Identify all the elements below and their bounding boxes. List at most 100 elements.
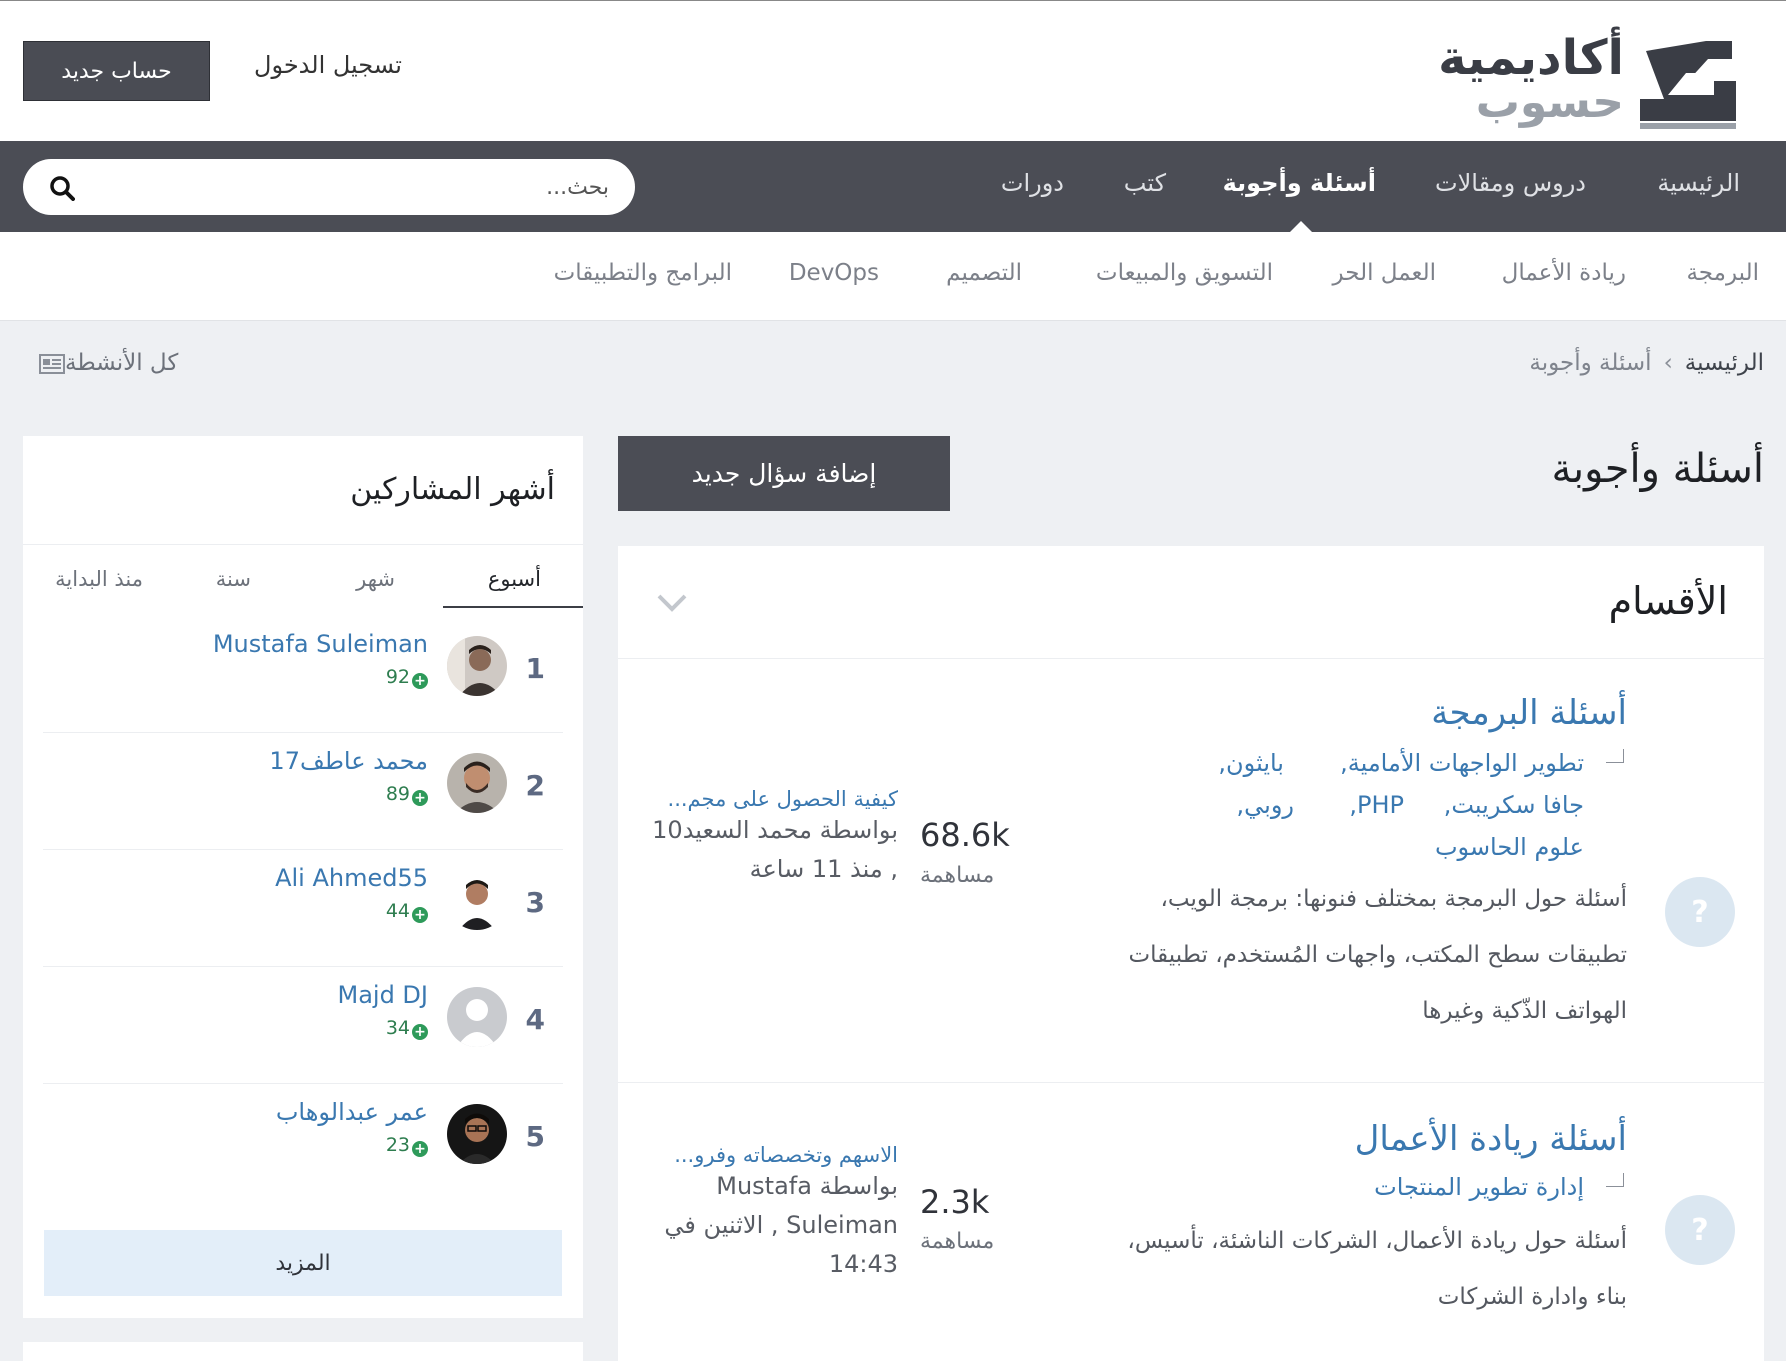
points-value: 44 xyxy=(385,900,410,922)
plus-icon: + xyxy=(412,907,428,923)
more-button[interactable]: المزيد xyxy=(44,1230,562,1296)
last-post-meta: بواسطة Mustafa Suleiman , الاثنين في 14:… xyxy=(664,1172,898,1278)
question-icon: ? xyxy=(1665,877,1735,947)
contribution-label: مساهمة xyxy=(920,1229,995,1254)
tab-month[interactable]: شهر xyxy=(356,567,395,591)
tab-all-time[interactable]: منذ البداية xyxy=(55,567,143,591)
site-logo[interactable]: أكاديمية حسوب xyxy=(1438,15,1764,129)
subnav-item-apps[interactable]: البرامج والتطبيقات xyxy=(554,260,732,286)
avatar[interactable] xyxy=(447,636,507,696)
leader-name[interactable]: Majd DJ xyxy=(337,981,428,1009)
plus-icon: + xyxy=(412,1141,428,1157)
leader-rank: 4 xyxy=(525,1003,545,1036)
tag-link[interactable]: PHP, xyxy=(1349,791,1404,819)
subnav-item-freelance[interactable]: العمل الحر xyxy=(1333,260,1436,286)
subnav-item-programming[interactable]: البرمجة xyxy=(1686,260,1759,286)
leader-points: 44 + xyxy=(386,900,428,923)
breadcrumb: الرئيسية › أسئلة وأجوبة xyxy=(1529,350,1764,376)
leader-name[interactable]: Ali Ahmed55 xyxy=(275,864,428,892)
leader-rank: 5 xyxy=(525,1120,545,1153)
activity-feed-icon xyxy=(39,353,65,374)
search-input[interactable] xyxy=(89,159,609,215)
subnav-item-devops[interactable]: DevOps xyxy=(789,260,879,286)
leader-rank: 2 xyxy=(525,769,545,802)
leader-rank: 1 xyxy=(525,652,545,685)
plus-icon: + xyxy=(412,1024,428,1040)
last-post-meta: بواسطة محمد السعيد10 , منذ 11 ساعة xyxy=(652,816,898,883)
tag-branch-icon xyxy=(1606,1173,1624,1187)
add-question-button[interactable]: إضافة سؤال جديد xyxy=(618,436,950,511)
logo-wordmark: أكاديمية حسوب xyxy=(1438,30,1624,128)
categories-title: الأقسام xyxy=(1608,579,1728,623)
main-nav: الرئيسية دروس ومقالات أسئلة وأجوبة كتب د… xyxy=(0,141,1786,232)
category-subnav: البرمجة ريادة الأعمال العمل الحر التسويق… xyxy=(0,232,1786,321)
nav-item-home[interactable]: الرئيسية xyxy=(1657,169,1740,197)
nav-item-qa[interactable]: أسئلة وأجوبة xyxy=(1223,169,1376,197)
leader-row: 2 محمد عاطف17 89 + xyxy=(43,733,563,850)
leader-name[interactable]: Mustafa Suleiman xyxy=(213,630,428,658)
points-value: 23 xyxy=(385,1134,410,1156)
sidebar-next-panel xyxy=(23,1342,583,1361)
categories-panel: الأقسام ? أسئلة البرمجة تطوير الواجهات ا… xyxy=(618,546,1764,1361)
login-link[interactable]: تسجيل الدخول xyxy=(254,51,402,79)
last-post-title[interactable]: كيفية الحصول على مجم... xyxy=(648,787,898,811)
tag-branch-icon xyxy=(1606,749,1624,763)
tag-link[interactable]: إدارة تطوير المنتجات xyxy=(1374,1173,1584,1201)
contribution-count: 68.6k xyxy=(920,816,1010,854)
chevron-down-icon[interactable] xyxy=(656,592,688,614)
logo-line2: حسوب xyxy=(1475,77,1624,128)
leader-row: 1 Mustafa Suleiman 92 + xyxy=(43,616,563,733)
all-activities-label: كل الأنشطة xyxy=(65,350,179,376)
subnav-item-entrepreneurship[interactable]: ريادة الأعمال xyxy=(1502,260,1626,286)
all-activities-link[interactable]: كل الأنشطة xyxy=(23,350,178,376)
points-value: 34 xyxy=(385,1017,410,1039)
plus-icon: + xyxy=(412,673,428,689)
contribution-label: مساهمة xyxy=(920,863,995,888)
last-post: كيفية الحصول على مجم... بواسطة محمد السع… xyxy=(648,787,898,889)
avatar[interactable] xyxy=(447,870,507,930)
category-description: أسئلة حول البرمجة بمختلف فنونها: برمجة ا… xyxy=(1128,886,1628,1024)
tab-year[interactable]: سنة xyxy=(216,567,251,591)
tag-link[interactable]: جافا سكريبت, xyxy=(1444,791,1584,819)
leader-row: 3 Ali Ahmed55 44 + xyxy=(43,850,563,967)
nav-item-books[interactable]: كتب xyxy=(1124,169,1166,197)
leader-points: 23 + xyxy=(386,1134,428,1157)
avatar[interactable] xyxy=(447,987,507,1047)
tag-link[interactable]: علوم الحاسوب xyxy=(1435,833,1584,861)
avatar[interactable] xyxy=(447,1104,507,1164)
avatar[interactable] xyxy=(447,753,507,813)
top-contributors-title: أشهر المشاركين xyxy=(350,472,555,507)
points-value: 92 xyxy=(385,666,410,688)
tag-link[interactable]: تطوير الواجهات الأمامية, xyxy=(1340,749,1584,777)
category-name[interactable]: أسئلة ريادة الأعمال xyxy=(1355,1119,1627,1159)
breadcrumb-home[interactable]: الرئيسية xyxy=(1685,350,1764,376)
nav-item-lessons[interactable]: دروس ومقالات xyxy=(1435,169,1586,197)
breadcrumb-current: أسئلة وأجوبة xyxy=(1529,350,1652,376)
question-icon: ? xyxy=(1665,1195,1735,1265)
leader-row: 4 Majd DJ 34 + xyxy=(43,967,563,1084)
leader-row: 5 عمر عبدالوهاب 23 + xyxy=(43,1084,563,1201)
leader-name[interactable]: عمر عبدالوهاب xyxy=(276,1098,428,1126)
points-value: 89 xyxy=(385,783,410,805)
search-icon[interactable] xyxy=(49,175,75,201)
register-button[interactable]: حساب جديد xyxy=(23,41,210,101)
tag-link[interactable]: بايثون, xyxy=(1218,749,1284,777)
logo-line1: أكاديمية xyxy=(1438,30,1624,86)
subnav-item-design[interactable]: التصميم xyxy=(946,260,1022,286)
nav-item-courses[interactable]: دورات xyxy=(1001,169,1064,197)
category-description: أسئلة حول ريادة الأعمال، الشركات الناشئة… xyxy=(1127,1228,1627,1310)
plus-icon: + xyxy=(412,790,428,806)
top-contributors-panel: أشهر المشاركين أسبوع شهر سنة منذ البداية… xyxy=(23,436,583,1318)
search-box xyxy=(23,159,635,215)
subnav-item-marketing[interactable]: التسويق والمبيعات xyxy=(1096,260,1273,286)
category-name[interactable]: أسئلة البرمجة xyxy=(1431,693,1627,733)
leader-points: 92 + xyxy=(386,666,428,689)
active-tab-underline xyxy=(443,606,583,608)
last-post-title[interactable]: الاسهم وتخصصاته وفرو... xyxy=(648,1143,898,1167)
active-nav-indicator xyxy=(1290,221,1312,232)
leader-points: 34 + xyxy=(386,1017,428,1040)
leader-name[interactable]: محمد عاطف17 xyxy=(269,747,428,775)
leader-points: 89 + xyxy=(386,783,428,806)
tag-link[interactable]: روبي, xyxy=(1237,791,1295,819)
tab-week[interactable]: أسبوع xyxy=(488,567,541,591)
